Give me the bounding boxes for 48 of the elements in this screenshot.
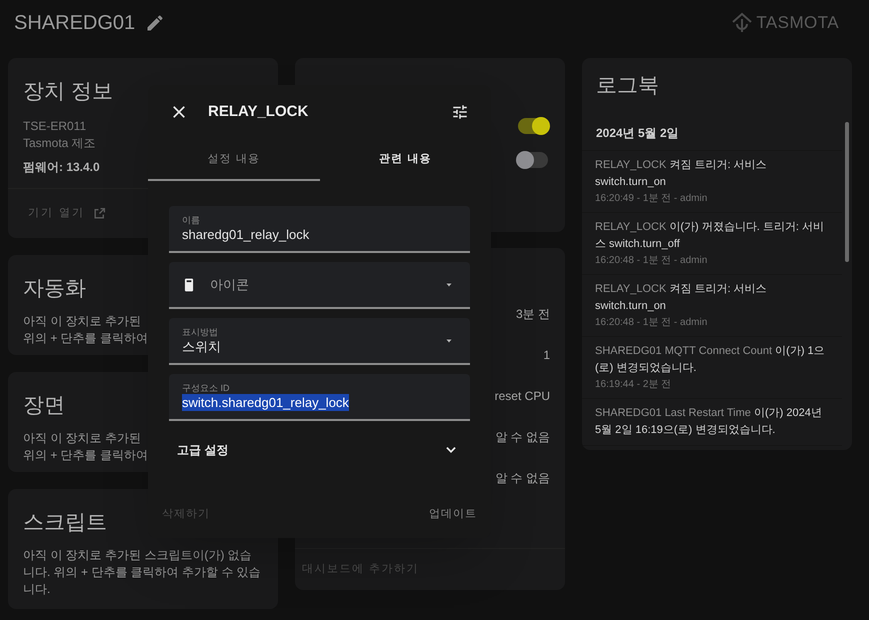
- dropdown-arrow-icon: [444, 282, 454, 288]
- scrollbar-thumb[interactable]: [845, 122, 849, 262]
- card-text: 위의 + 단추를 클릭하여: [23, 330, 148, 346]
- house-icon: [730, 11, 754, 35]
- dialog-title: RELAY_LOCK: [208, 102, 308, 122]
- manufacturer-text: Tasmota 제조: [23, 134, 96, 152]
- tab[interactable]: 관련 내용: [320, 139, 491, 181]
- firmware-text: 펌웨어: 13.4.0: [23, 158, 100, 176]
- section-label: 고급 설정: [177, 442, 228, 459]
- update-button[interactable]: 업데이트: [429, 506, 477, 522]
- log-time: 16:20:48 - 1분 전 - admin: [595, 316, 708, 330]
- card-title: 로그북: [595, 73, 660, 99]
- log-time: 16:20:49 - 1분 전 - admin: [595, 192, 708, 206]
- toggle-switch[interactable]: [518, 152, 548, 168]
- page-title: SHAREDG01: [14, 11, 136, 36]
- log-message: RELAY_LOCK 켜짐 트리거: 서비스 switch.turn_on: [595, 282, 768, 314]
- log-message: RELAY_LOCK 켜짐 트리거: 서비스 switch.turn_on: [595, 158, 768, 190]
- dropdown-arrow-icon: [444, 338, 454, 344]
- card-title: 장치 정보: [23, 79, 113, 105]
- input-field[interactable]: 표시방법 스위치: [169, 318, 470, 365]
- log-time: 16:20:48 - 1분 전 - admin: [595, 254, 708, 268]
- log-time: 16:19:44 - 2분 전: [595, 378, 672, 392]
- tab[interactable]: 설정 내용: [148, 139, 320, 181]
- toggle-switch[interactable]: [518, 118, 548, 134]
- card-text: 아직 이 장치로 추가된: [23, 312, 142, 330]
- card-title: 장면: [23, 393, 65, 419]
- card-text: 아직 이 장치로 추가된: [23, 430, 142, 446]
- sensor-value: 알 수 없음: [495, 429, 550, 446]
- log-message: SHAREDG01 MQTT Connect Count 이(가) 1으(로) 변경되었습니다.: [595, 344, 826, 376]
- card-text: 위의 + 단추를 클릭하여: [23, 446, 148, 464]
- sliders-icon[interactable]: [451, 103, 469, 121]
- model-text: TSE-ER011: [23, 118, 86, 134]
- log-date: 2024년 5월 2일: [582, 116, 842, 150]
- external-link-icon: [93, 207, 106, 220]
- input-field[interactable]: 이름 sharedg01_relay_lock: [169, 206, 470, 253]
- edit-icon[interactable]: [145, 13, 166, 33]
- card-title: 스크립트: [23, 510, 107, 536]
- sensor-value: 1: [543, 347, 550, 364]
- sensor-value: 알 수 없음: [495, 470, 550, 487]
- log-message: SHAREDG01 Last Restart Time 이(가) 2024년 5월 2일 16:19으(로) 변경되었습니다.: [595, 406, 823, 438]
- sensor-value: 3분 전: [516, 306, 550, 323]
- logo-text: TASMOTA: [756, 12, 839, 34]
- card-text: 아직 이 장치로 추가된 스크립트이(가) 없습니다. 위의 + 단추를 클릭하여 추가할 수 있습니다.: [23, 546, 262, 598]
- log-message: RELAY_LOCK 이(가) 꺼졌습니다. 트리거: 서비스 switch.turn_off: [595, 220, 825, 252]
- input-field[interactable]: 아이콘: [169, 262, 470, 309]
- sensor-value: reset CPU: [494, 388, 550, 405]
- card-title: 자동화: [23, 276, 86, 302]
- input-field[interactable]: 구성요소 ID switch.sharedg01_relay_lock: [169, 374, 470, 421]
